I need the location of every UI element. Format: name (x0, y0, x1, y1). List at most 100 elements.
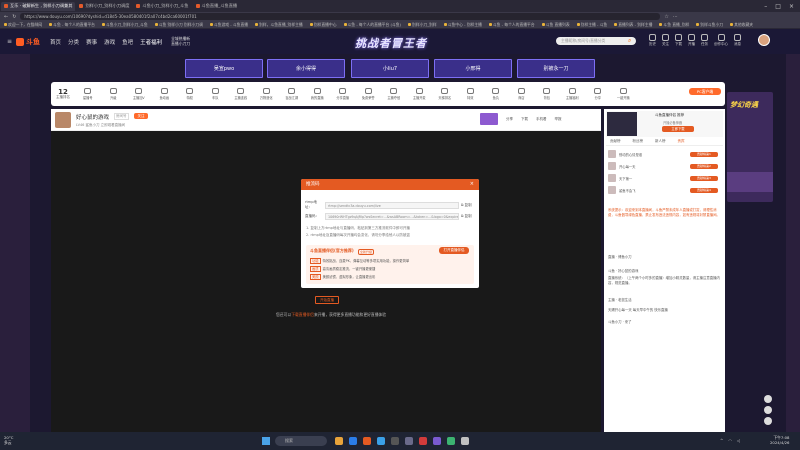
room-thumbnail[interactable] (480, 113, 498, 125)
app-icon[interactable] (461, 437, 469, 445)
rank-row[interactable]: 天下第一 贡献榜第3 (608, 174, 718, 182)
rank-row[interactable]: 别动的心情是谁 贡献榜第1 (608, 150, 718, 158)
nav-events[interactable]: 赛事 (86, 38, 97, 46)
bookmark-item[interactable]: 斗鱼 - 每个人的直播平台 (489, 22, 535, 28)
file-explorer-icon[interactable] (335, 437, 343, 445)
feature-item[interactable]: 鱼丸 (483, 88, 509, 100)
tab-vip[interactable]: 贵宾 (678, 139, 685, 145)
copy-rtmp-button[interactable]: ⧉ 复制 (461, 203, 472, 208)
task-button[interactable]: 任务 (701, 34, 708, 47)
anchor-card[interactable]: 别被永一刀 (517, 59, 595, 78)
feature-item[interactable]: 分享 (585, 88, 611, 100)
browser-tab[interactable]: 互乐 · 破解新生 , 别样小刀调兼其 (1, 1, 76, 11)
app-icon[interactable] (447, 437, 455, 445)
bookmark-item[interactable]: 斗鱼游戏 - 斗鱼直播 (210, 22, 248, 28)
rank-row[interactable]: 开心每一天 贡献榜第2 (608, 162, 718, 170)
bookmark-item[interactable]: 别样斗鱼小刀 (696, 22, 723, 28)
nav-forum[interactable]: 鱼吧 (122, 38, 133, 46)
feature-item[interactable]: 免费荣誉 (356, 88, 382, 100)
feature-item[interactable]: 分享直播 (330, 88, 356, 100)
header-banner-title[interactable]: 挑战者冒王者 (355, 35, 427, 51)
promo-image[interactable] (727, 172, 773, 192)
weather-widget[interactable]: 20°C 多云 (4, 435, 13, 445)
taskbar-clock[interactable]: 下午7:08 2024/4/26 (770, 435, 789, 445)
feature-item[interactable]: 升级 (101, 88, 127, 100)
bookmark-item[interactable]: 欢迎一下，在猫咪网 (4, 22, 42, 28)
stream-key-field[interactable]: 10690rWHTgz9qAjRIp?wsSecret=...&wsABRoom… (325, 213, 459, 220)
feature-item[interactable]: 主播福利 (560, 88, 586, 100)
feature-item[interactable]: 天梯排名 (432, 88, 458, 100)
rank-row[interactable]: 鲨鱼不会飞 贡献榜第4 (608, 186, 718, 194)
bookmark-item[interactable]: 别样直播中心 (310, 22, 337, 28)
back-to-top-icon[interactable] (764, 417, 772, 425)
anchor-card[interactable]: 小liu7 (351, 59, 429, 78)
feature-item[interactable]: 一键开播 (611, 88, 637, 100)
feature-item[interactable]: 星播号 (75, 88, 101, 100)
rtmp-field[interactable]: rtmp://sendtc3a.douyu.com/live (325, 201, 459, 209)
open-companion-button[interactable]: 打开直播伴侣 (439, 247, 469, 254)
app-icon[interactable] (433, 437, 441, 445)
feature-item[interactable]: 百战江湖 (279, 88, 305, 100)
share-button[interactable]: 分享 (506, 117, 513, 122)
refresh-icon[interactable]: ↻ (12, 14, 16, 20)
feature-item[interactable]: 鱼动画 (152, 88, 178, 100)
bookmark-item[interactable]: 别样，斗鱼直播_别样主播 (255, 22, 303, 28)
bookmark-item[interactable]: 斗鱼 - 每个人的直播平台 (49, 22, 95, 28)
site-logo[interactable]: 斗鱼 (16, 37, 40, 47)
menu-icon[interactable]: ⋯ (673, 14, 678, 20)
browser-tab[interactable]: 斗鱼直播_斗鱼直播 (193, 2, 241, 11)
mobile-watch-button[interactable]: 手机看 (536, 117, 547, 122)
download-companion-link[interactable]: 下载直播伴侣 (291, 312, 314, 317)
edge-icon[interactable] (349, 437, 357, 445)
anchor-card[interactable]: 余小得得 (267, 59, 345, 78)
wifi-icon[interactable]: ◠ (728, 438, 732, 443)
close-icon[interactable]: × (470, 179, 474, 190)
bookmark-item[interactable]: 斗鱼中心 - 别样主播 (444, 22, 482, 28)
pc-client-button[interactable]: PC客户端 (689, 88, 721, 95)
header-promo[interactable]: 全城热播新 直播小刀刀 (171, 36, 190, 46)
app-icon[interactable] (405, 437, 413, 445)
url-input[interactable]: https://www.douyu.com/10690?dyshid=d18d5… (20, 13, 661, 20)
anchor-rank[interactable]: 12 主播排名 (51, 89, 75, 100)
feature-item[interactable]: 特效 (458, 88, 484, 100)
feature-item[interactable]: 主播连线 (228, 88, 254, 100)
chevron-up-icon[interactable]: ^ (720, 438, 723, 443)
message-button[interactable]: 消息 (734, 34, 741, 47)
bookmark-item[interactable]: 别样主播 - 斗鱼 (577, 22, 608, 28)
tab-fans[interactable]: 粉丝榜 (633, 139, 644, 145)
feature-item[interactable]: 特权 (177, 88, 203, 100)
feature-item[interactable]: 主播加V (126, 88, 152, 100)
bookmark-item[interactable]: 直播列表 - 别样主播 (614, 22, 652, 28)
nav-home[interactable]: 首页 (50, 38, 61, 46)
bookmark-item[interactable]: 斗鱼 - 每个人的直播平台 (斗鱼) (344, 22, 402, 28)
bookmark-item[interactable]: 斗鱼 直播_别样 (659, 22, 689, 28)
bookmark-item[interactable]: 斗鱼 别样小刀 别样小刀调 (155, 22, 203, 28)
anchor-card[interactable]: 吴宣pwo (185, 59, 263, 78)
ad-image[interactable] (607, 112, 637, 136)
bookmark-item[interactable]: 其他收藏夹 (730, 22, 753, 28)
feature-item[interactable]: 商店 (509, 88, 535, 100)
bookmark-item[interactable]: 斗鱼 直播列表 (542, 22, 570, 28)
feature-item[interactable]: 万物造化 (254, 88, 280, 100)
bookmark-item[interactable]: 别样小刀_别样 (408, 22, 437, 28)
app-icon[interactable] (363, 437, 371, 445)
download-app-button[interactable]: 下载 (521, 117, 528, 122)
bookmark-item[interactable]: 斗鱼小刀_别样小刀_斗鱼 (102, 22, 148, 28)
feedback-icon[interactable] (764, 406, 772, 414)
feature-item[interactable]: 我的直播 (305, 88, 331, 100)
browser-tab[interactable]: 斗鱼小刀_别样小刀_斗鱼 (133, 2, 191, 11)
search-icon[interactable]: ⌕ (628, 37, 636, 45)
anchor-avatar[interactable] (55, 112, 71, 128)
nav-welfare[interactable]: 王者福利 (140, 38, 162, 46)
user-avatar[interactable] (758, 34, 770, 46)
report-button[interactable]: 举报 (555, 117, 562, 122)
search-input[interactable]: 主播昵称/房间号/直播分类 (556, 37, 636, 45)
browser-tab[interactable]: 别样小刀_别样小刀调度 (76, 2, 132, 11)
windows-start-icon[interactable] (262, 437, 270, 445)
back-icon[interactable]: ← (4, 14, 8, 20)
hamburger-icon[interactable]: ≡ (7, 38, 12, 45)
ad-download-button[interactable]: 立即下载 (662, 126, 694, 132)
app-icon[interactable] (419, 437, 427, 445)
app-icon[interactable] (391, 437, 399, 445)
feature-item[interactable]: 背包 (534, 88, 560, 100)
